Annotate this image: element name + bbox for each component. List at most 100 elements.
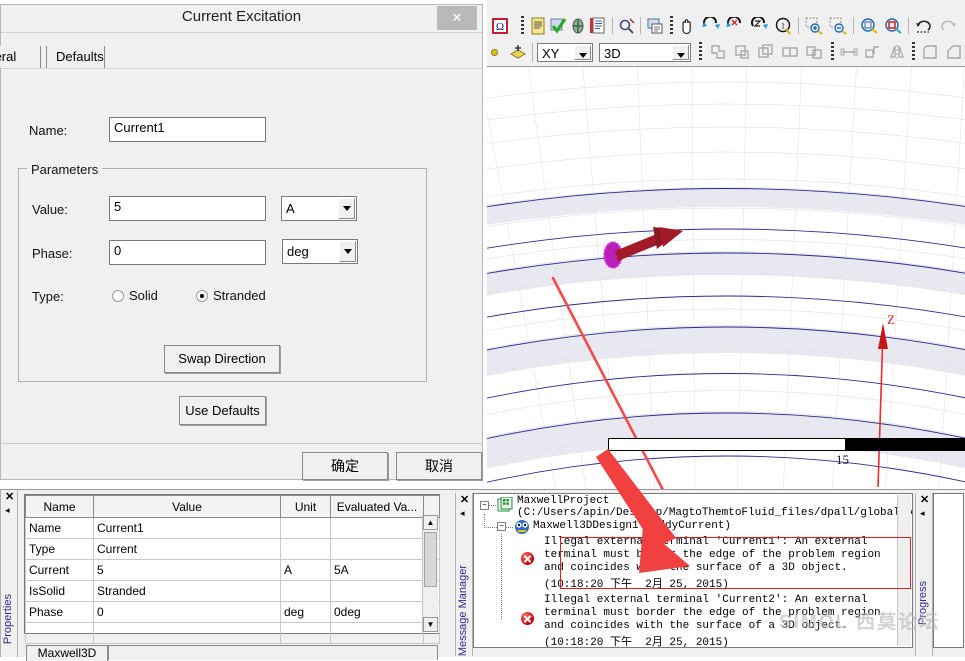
value-unit-select[interactable]: A xyxy=(281,196,357,221)
cell-value[interactable]: 0 xyxy=(93,601,281,623)
pan-icon[interactable] xyxy=(678,17,696,35)
move-icon[interactable] xyxy=(840,43,858,61)
close-icon[interactable]: ✕ xyxy=(437,6,477,30)
toolbar-grip[interactable] xyxy=(831,42,834,62)
tab-maxwell3d[interactable]: Maxwell3D xyxy=(26,645,108,661)
tree-expander-project[interactable]: − xyxy=(480,501,489,510)
close-icon[interactable]: ✕ xyxy=(5,492,14,503)
use-defaults-button[interactable]: Use Defaults xyxy=(179,396,266,425)
cell-evaluated xyxy=(330,538,424,560)
redo-view-icon[interactable] xyxy=(939,17,957,35)
error-icon xyxy=(521,552,534,565)
cell-name: IsSolid xyxy=(25,580,94,602)
phase-input[interactable]: 0 xyxy=(109,240,266,265)
properties-grid[interactable]: Name Value Unit Evaluated Va... Name Cur… xyxy=(24,494,440,644)
value-label: Value: xyxy=(32,202,68,217)
ok-button[interactable]: 确定 xyxy=(302,452,388,480)
fit-all-icon[interactable] xyxy=(860,17,878,35)
autohide-pin-icon[interactable]: ◂ xyxy=(460,509,465,518)
table-row[interactable]: Current 5 A 5A xyxy=(25,559,440,581)
cell-value[interactable]: 5 xyxy=(93,559,281,581)
table-row[interactable]: Type Current xyxy=(25,538,440,560)
scroll-up-button[interactable]: ▲ xyxy=(423,515,438,530)
toolbar-grip[interactable] xyxy=(521,16,524,35)
column-header-name[interactable]: Name xyxy=(25,495,94,518)
zoom-in-region-icon[interactable] xyxy=(805,17,823,35)
zoom-out-region-icon[interactable] xyxy=(829,17,847,35)
tree-expander-design[interactable]: − xyxy=(497,522,506,531)
coil-model-graphics: Z xyxy=(487,67,965,490)
origin-point-icon[interactable] xyxy=(490,46,499,56)
chevron-down-icon[interactable] xyxy=(574,45,591,60)
chevron-down-icon[interactable] xyxy=(338,198,355,219)
rotate-z-icon[interactable] xyxy=(750,15,768,35)
spin-icon[interactable]: 1 xyxy=(774,17,792,35)
plane-select[interactable]: XY xyxy=(537,43,593,62)
mesh-icon[interactable] xyxy=(569,17,587,35)
cancel-button[interactable]: 取消 xyxy=(396,452,482,480)
tab-defaults[interactable]: Defaults xyxy=(46,46,105,68)
duplicate-icon[interactable] xyxy=(805,43,823,61)
tree-connector xyxy=(489,505,496,506)
design-name[interactable]: Maxwell3DDesign1 (EddyCurrent) xyxy=(533,520,731,532)
intersect-icon[interactable] xyxy=(757,43,775,61)
autohide-pin-icon[interactable]: ◂ xyxy=(5,506,10,515)
value-input[interactable]: 5 xyxy=(109,196,266,221)
column-header-value[interactable]: Value xyxy=(93,495,281,518)
properties-scrollbar[interactable]: ▲ ▼ xyxy=(422,515,438,632)
toolbar-separator xyxy=(640,17,641,34)
cell-value[interactable]: Current xyxy=(93,538,281,560)
rotate-x-icon[interactable] xyxy=(726,15,744,35)
phase-unit-select[interactable]: deg xyxy=(282,239,358,264)
split-icon[interactable] xyxy=(781,43,799,61)
toolbar-grip[interactable] xyxy=(699,42,702,62)
validate-icon[interactable] xyxy=(529,17,547,35)
table-row[interactable] xyxy=(25,622,440,644)
toolbar-grip[interactable] xyxy=(670,16,673,35)
swap-direction-button[interactable]: Swap Direction xyxy=(164,345,280,373)
scrollbar-thumb[interactable] xyxy=(424,532,437,587)
table-row[interactable]: Name Current1 xyxy=(25,517,440,539)
close-icon[interactable]: ✕ xyxy=(460,495,469,506)
grid-plane-icon[interactable] xyxy=(509,43,527,61)
cell-name xyxy=(25,622,94,644)
chamfer-icon[interactable] xyxy=(945,43,963,61)
close-icon[interactable]: ✕ xyxy=(920,495,929,506)
toolbar-grip[interactable] xyxy=(912,42,915,62)
cell-value[interactable]: Current1 xyxy=(93,517,281,539)
unite-icon[interactable] xyxy=(709,43,727,61)
edit-sources-icon[interactable] xyxy=(618,17,636,35)
viewport-scale-bar: 0 15 xyxy=(604,438,965,467)
mirror-icon[interactable] xyxy=(888,43,906,61)
cell-value[interactable] xyxy=(93,622,281,644)
column-header-evaluated[interactable]: Evaluated Va... xyxy=(330,495,424,518)
undo-view-icon[interactable] xyxy=(915,17,933,35)
copy-image-icon[interactable] xyxy=(646,17,664,35)
model-select[interactable]: 3D xyxy=(599,43,691,62)
scroll-down-button[interactable]: ▼ xyxy=(423,617,438,632)
table-row[interactable]: IsSolid Stranded xyxy=(25,580,440,602)
radio-stranded[interactable] xyxy=(196,290,208,302)
maxwell-logo-icon[interactable]: Ω xyxy=(491,17,509,35)
chevron-down-icon[interactable] xyxy=(339,241,356,262)
rotate-object-icon[interactable] xyxy=(864,43,882,61)
radio-stranded-label: Stranded xyxy=(213,288,266,303)
fillet-icon[interactable] xyxy=(921,43,939,61)
radio-solid[interactable] xyxy=(112,290,124,302)
name-input[interactable]: Current1 xyxy=(109,117,266,142)
column-header-unit[interactable]: Unit xyxy=(280,495,331,518)
tab-general[interactable]: General xyxy=(0,46,41,68)
cell-value[interactable]: Stranded xyxy=(93,580,281,602)
cell-name: Name xyxy=(25,517,94,539)
scale-bar-white-segment xyxy=(608,438,846,451)
table-row[interactable]: Phase 0 deg 0deg xyxy=(25,601,440,623)
model-viewport[interactable]: Z 0 15 xyxy=(487,66,965,490)
rotate-icon[interactable] xyxy=(702,15,720,35)
subtract-icon[interactable] xyxy=(733,43,751,61)
fit-selection-icon[interactable] xyxy=(884,17,902,35)
chevron-down-icon[interactable] xyxy=(672,45,689,60)
report-icon[interactable] xyxy=(589,17,607,35)
project-name[interactable]: MaxwellProject xyxy=(517,495,609,507)
autohide-pin-icon[interactable]: ◂ xyxy=(920,509,925,518)
analyze-all-icon[interactable] xyxy=(549,17,567,35)
